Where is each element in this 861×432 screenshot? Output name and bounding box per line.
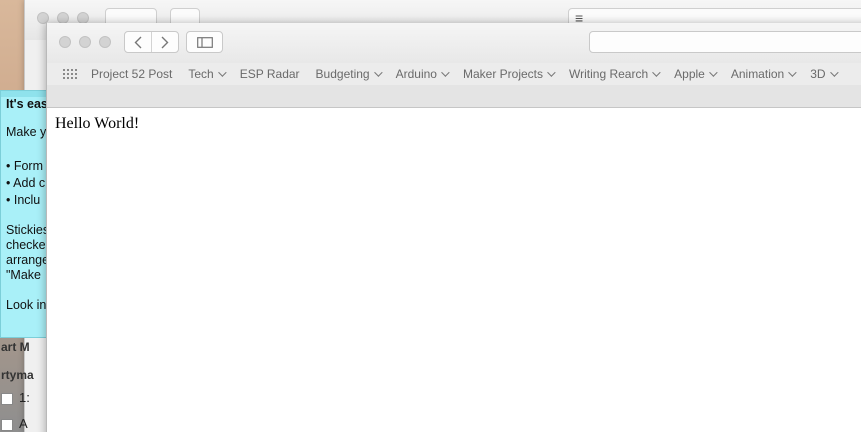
favorite-folder-maker-projects[interactable]: Maker Projects	[462, 67, 556, 81]
background-checkbox-row[interactable]: 1:	[1, 390, 30, 405]
chevron-down-icon	[441, 68, 450, 77]
tab-bar[interactable]	[47, 85, 861, 108]
chevron-down-icon	[788, 68, 797, 77]
checkbox-label: A	[19, 416, 28, 431]
favorite-label: Apple	[674, 67, 705, 81]
sticky-line: arrange	[6, 253, 50, 267]
forward-button[interactable]	[151, 32, 178, 52]
window-controls	[59, 36, 111, 48]
favorite-folder-writing-rearch[interactable]: Writing Rearch	[569, 67, 661, 81]
sticky-line: • Form	[6, 159, 44, 173]
minimize-icon[interactable]	[79, 36, 91, 48]
page-heading: Hello World!	[55, 115, 140, 132]
back-button[interactable]	[125, 32, 151, 52]
background-section-label: rtyma	[1, 368, 34, 382]
checkbox-label: 1:	[19, 390, 30, 405]
sidebar-icon	[196, 36, 213, 48]
address-bar[interactable]	[589, 31, 861, 53]
sticky-line: Stickies	[6, 223, 50, 237]
sticky-line: • Add c	[6, 176, 46, 190]
favorite-label: Writing Rearch	[569, 67, 649, 81]
navigation-buttons	[124, 31, 179, 53]
favorite-folder-tech[interactable]: Tech	[188, 67, 227, 81]
sticky-line: "Make	[6, 268, 42, 282]
favorite-folder-arduino[interactable]: Arduino	[395, 67, 450, 81]
favorite-esp-radar[interactable]: ESP Radar	[240, 67, 300, 81]
browser-toolbar	[47, 23, 861, 63]
background-section-label: art M	[1, 340, 30, 354]
chevron-left-icon	[134, 36, 142, 48]
sticky-line: It's eas	[6, 97, 48, 111]
page-content: Hello World!	[47, 108, 861, 432]
favorite-label: Project 52 Post	[91, 67, 173, 81]
sticky-line: Look in	[6, 298, 47, 312]
zoom-icon[interactable]	[99, 36, 111, 48]
favorite-label: ESP Radar	[239, 67, 300, 81]
browser-window[interactable]: Project 52 Post Tech ESP Radar Budgeting…	[46, 23, 861, 432]
chevron-down-icon	[547, 68, 556, 77]
close-icon[interactable]	[59, 36, 71, 48]
favorite-label: 3D	[810, 67, 826, 81]
favorite-folder-apple[interactable]: Apple	[674, 67, 718, 81]
favorite-label: Arduino	[395, 67, 437, 81]
chevron-down-icon	[709, 68, 718, 77]
favorite-folder-budgeting[interactable]: Budgeting	[315, 67, 383, 81]
favorite-label: Budgeting	[315, 67, 370, 81]
chevron-down-icon	[217, 68, 227, 77]
chevron-right-icon	[161, 36, 169, 48]
background-checkbox-row[interactable]: A	[1, 416, 28, 431]
favorites-bar: Project 52 Post Tech ESP Radar Budgeting…	[47, 63, 861, 86]
chevron-down-icon	[652, 68, 661, 77]
show-sidebar-button[interactable]	[186, 31, 223, 53]
favorite-label: Tech	[188, 67, 214, 81]
checkbox[interactable]	[1, 418, 13, 431]
sticky-line: • Inclu	[6, 193, 41, 207]
chevron-down-icon	[829, 68, 839, 77]
favorite-label: Maker Projects	[462, 67, 543, 81]
top-sites-icon[interactable]	[63, 69, 77, 79]
checkbox[interactable]	[1, 392, 13, 405]
favorite-project-52-post[interactable]: Project 52 Post	[91, 67, 172, 81]
favorite-label: Animation	[730, 67, 785, 81]
chevron-down-icon	[373, 68, 383, 77]
favorite-folder-animation[interactable]: Animation	[730, 67, 797, 81]
favorite-folder-3d[interactable]: 3D	[810, 67, 839, 81]
